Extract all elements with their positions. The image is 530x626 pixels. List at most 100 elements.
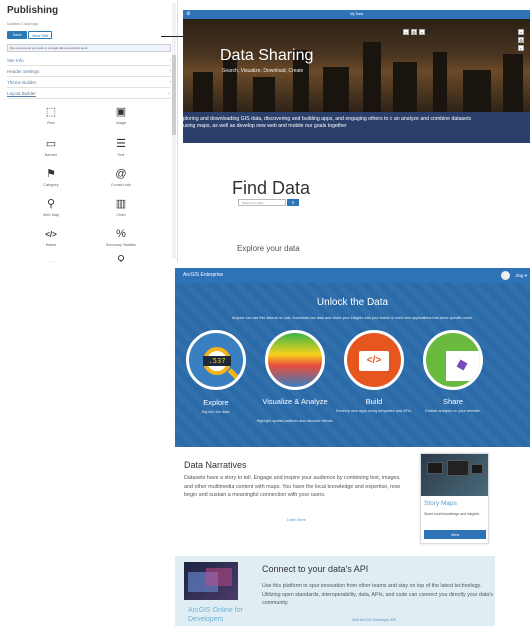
text-icon: ☰: [116, 138, 126, 150]
row-icon: ⬚: [45, 106, 57, 118]
description-text: ploring and downloading GIS data, discov…: [183, 116, 472, 129]
connector-line: [161, 36, 183, 37]
tile-label: Row: [47, 121, 55, 125]
panel-subtitle: Updated 3 days ago: [7, 22, 39, 26]
tile-image[interactable]: ▣ Image: [82, 104, 160, 132]
user-menu[interactable]: Jing ▾: [515, 268, 527, 283]
share-illustration: [423, 330, 483, 390]
add-icon[interactable]: +: [518, 29, 524, 35]
api-title: Connect to your data's API: [262, 564, 369, 574]
tile-more[interactable]: ...: [12, 252, 90, 262]
story-maps-view-button[interactable]: View: [424, 530, 486, 539]
search-icon: ⚲: [291, 200, 295, 205]
card-desc-build: Develop new apps using templates and API…: [335, 409, 413, 413]
card-desc-share: Embed analysis on your website.: [425, 409, 481, 413]
scrollbar-thumb[interactable]: [172, 55, 176, 135]
tile-label: Text: [117, 153, 125, 157]
preview-topbar: ⚙ My Data: [183, 10, 530, 19]
user-name: Jing: [515, 273, 524, 278]
hero-title: Data Sharing: [220, 47, 314, 64]
notice-banner: We recommend you work in a single tab to…: [7, 44, 171, 52]
banner-icon: ▭: [45, 138, 57, 150]
story-maps-title: Story Maps: [424, 500, 457, 507]
visualize-illustration: [265, 330, 325, 390]
learn-more-link[interactable]: Learn More: [287, 518, 306, 522]
tile-search[interactable]: ⚲: [82, 252, 160, 262]
tile-label: Web Map: [42, 213, 60, 217]
tile-label: Chart: [116, 213, 126, 217]
search-input[interactable]: Search for Data: [238, 199, 286, 206]
view-site-button[interactable]: View Site: [28, 31, 52, 39]
tile-label: Image: [115, 121, 127, 125]
card-desc-explore: Dig into the data.: [201, 410, 231, 414]
find-data-title: Find Data: [232, 178, 311, 198]
save-button[interactable]: Save: [7, 31, 27, 39]
delete-icon[interactable]: ▪: [419, 29, 425, 35]
image-icon: ▣: [115, 106, 127, 118]
percent-icon: %: [116, 228, 126, 240]
build-illustration: </>: [344, 330, 404, 390]
section-theme-builder[interactable]: Theme Builder ›: [7, 77, 171, 88]
card-title-share: Share: [442, 397, 463, 406]
card-title-explore: Explore: [203, 398, 229, 407]
tile-text[interactable]: ☰ Text: [82, 136, 160, 164]
at-icon: @: [115, 168, 127, 180]
publishing-panel: Publishing Updated 3 days ago Save View …: [0, 0, 178, 262]
card-desc-visualize: Highlight spatial patterns and discover …: [256, 419, 334, 423]
section-label: Theme Builder: [7, 80, 37, 85]
explore-illustration: .537: [186, 330, 246, 390]
tile-row[interactable]: ⬚ Row: [12, 104, 90, 132]
map-pin-icon: ⚲: [46, 198, 56, 210]
unlock-title: Unlock the Data: [316, 297, 389, 308]
api-body: Use this platform to spur innovation fro…: [262, 583, 493, 606]
explore-title: Explore your data: [237, 244, 300, 253]
tile-chart[interactable]: ▥ Chart: [82, 196, 160, 224]
unlock-subtitle: Anyone can use this data at no cost. Dow…: [231, 316, 474, 320]
tile-label: Contact Info: [110, 183, 132, 187]
code-icon: </>: [359, 351, 389, 371]
hero-subtitle: Search, Visualize, Download, Create: [222, 68, 304, 74]
delete-icon[interactable]: ▪: [518, 45, 524, 51]
section-header-settings[interactable]: Header Settings ›: [7, 66, 171, 77]
gear-icon[interactable]: ⚙: [411, 29, 417, 35]
section-label: Header Settings: [7, 69, 40, 74]
tile-category[interactable]: ⚑ Category: [12, 166, 90, 194]
section-layout-builder[interactable]: Layout Builder ⌄: [7, 88, 171, 99]
tile-web-map[interactable]: ⚲ Web Map: [12, 196, 90, 224]
chevron-right-icon: ›: [169, 57, 171, 63]
tile-label: Category: [43, 183, 59, 187]
search-icon: ⚲: [116, 254, 126, 262]
description-band: ploring and downloading GIS data, discov…: [183, 112, 530, 143]
avatar[interactable]: [501, 271, 510, 280]
tile-label: iframe: [45, 243, 57, 247]
developers-label: ArcGIS Online for Developers: [188, 607, 243, 623]
code-icon: </>: [45, 230, 57, 239]
site-header: ArcGIS Enterprise Jing ▾: [175, 268, 530, 283]
developer-api-link[interactable]: Visit ArcGIS Developer API: [352, 618, 396, 622]
developers-image: [184, 562, 238, 600]
tile-label: Summary Statistic: [105, 243, 137, 247]
section-label: Site Info: [7, 58, 24, 63]
brand-link[interactable]: ArcGIS Enterprise: [183, 268, 223, 283]
tile-iframe[interactable]: </> iframe: [12, 226, 90, 254]
panel-title: Publishing: [7, 5, 59, 16]
tile-label: Banner: [44, 153, 58, 157]
preview-topbar-title: My Data: [349, 12, 364, 16]
tile-contact-info[interactable]: @ Contact Info: [82, 166, 160, 194]
chevron-right-icon: ›: [169, 68, 171, 74]
card-title-visualize: Visualize & Analyze: [262, 397, 328, 406]
chart-icon: ▥: [115, 198, 127, 210]
explore-readout: .537: [203, 356, 231, 366]
story-maps-image: [421, 454, 488, 496]
section-site-info[interactable]: Site Info ›: [7, 55, 171, 66]
add-icon[interactable]: +: [403, 29, 409, 35]
section-label: Layout Builder: [7, 91, 36, 96]
story-maps-desc: Share local knowledge and insights.: [424, 512, 480, 516]
chevron-right-icon: ›: [169, 79, 171, 85]
more-icon: ...: [46, 254, 56, 262]
tile-banner[interactable]: ▭ Banner: [12, 136, 90, 164]
tile-summary-statistic[interactable]: % Summary Statistic: [82, 226, 160, 254]
gear-icon[interactable]: ⚙: [518, 37, 524, 43]
flag-icon: ⚑: [46, 168, 56, 180]
search-button[interactable]: ⚲: [287, 199, 299, 206]
